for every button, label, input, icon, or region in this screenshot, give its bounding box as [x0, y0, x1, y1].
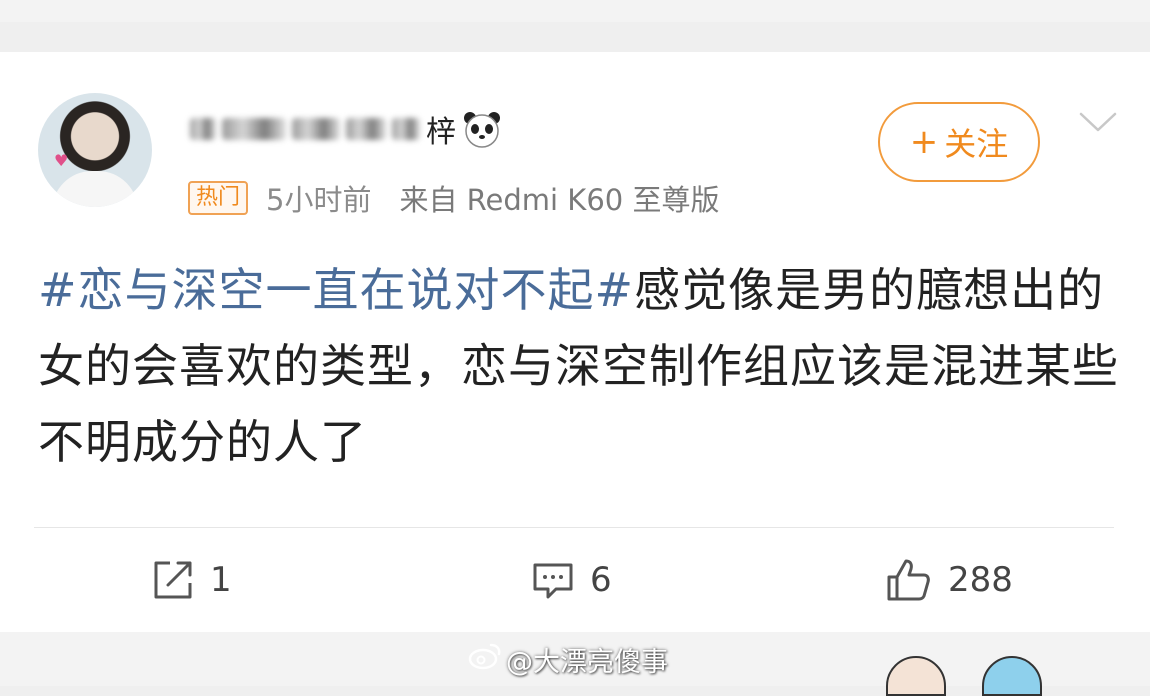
- thumbs-up-icon: [884, 555, 934, 605]
- username-blurred-part: [392, 118, 420, 140]
- post-source: 来自 Redmi K60 至尊版: [399, 183, 720, 217]
- comment-button[interactable]: 6: [530, 552, 612, 608]
- username-blurred-part: [222, 118, 286, 140]
- weibo-logo-icon: [468, 642, 502, 677]
- username[interactable]: 梓: [190, 106, 502, 152]
- weibo-watermark: @大漂亮傻事: [468, 640, 668, 679]
- comment-icon: [530, 557, 576, 603]
- hot-badge: 热门: [188, 181, 249, 215]
- comment-count: 6: [590, 560, 612, 600]
- repost-icon: [150, 557, 196, 603]
- post-time: 5小时前: [266, 183, 372, 217]
- repost-button[interactable]: 1: [150, 552, 232, 608]
- like-count: 288: [948, 560, 1013, 600]
- avatar-shirt: [52, 171, 138, 207]
- watermark-text: @大漂亮傻事: [506, 647, 668, 678]
- username-visible-char: 梓: [426, 115, 456, 150]
- like-button[interactable]: 288: [884, 552, 1013, 608]
- repost-count: 1: [210, 560, 232, 600]
- heart-icon: ♥: [54, 151, 69, 170]
- chevron-down-icon[interactable]: [1078, 110, 1118, 134]
- topic-link[interactable]: #恋与深空一直在说对不起#: [38, 263, 634, 317]
- follow-label: 关注: [944, 125, 1009, 163]
- plus-icon: +: [909, 122, 939, 162]
- post-text: #恋与深空一直在说对不起#感觉像是男的臆想出的女的会喜欢的类型，恋与深空制作组应…: [38, 252, 1128, 480]
- post-meta: 热门 5小时前 来自 Redmi K60 至尊版: [188, 178, 719, 218]
- follow-button[interactable]: + 关注: [878, 102, 1040, 182]
- top-spacer: [0, 0, 1150, 22]
- username-blurred-part: [292, 118, 340, 140]
- username-blurred-part: [190, 118, 216, 140]
- panda-face-icon: [462, 109, 502, 149]
- username-blurred-part: [346, 118, 386, 140]
- divider: [34, 527, 1114, 528]
- user-avatar[interactable]: ♥: [38, 93, 152, 207]
